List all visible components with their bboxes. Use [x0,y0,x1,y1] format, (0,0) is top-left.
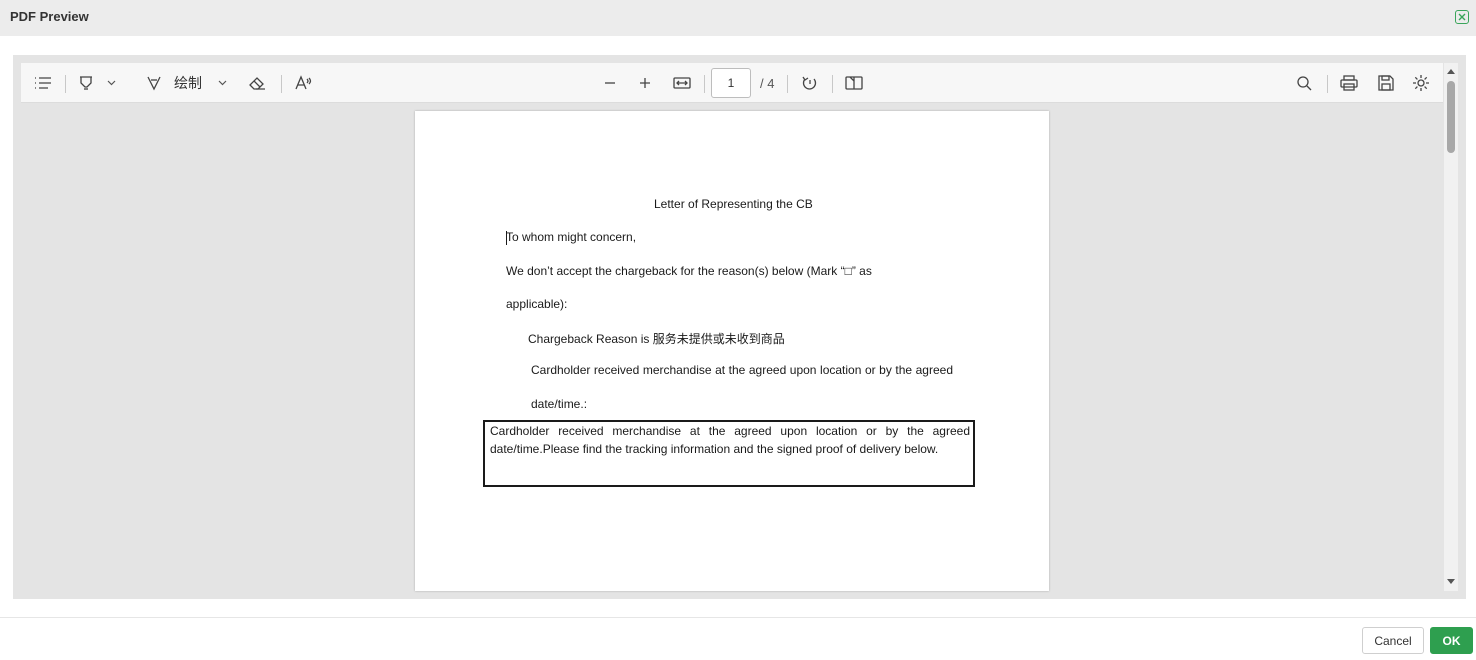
option-line-1: Cardholder received merchandise at the a… [531,363,953,377]
page-number-input[interactable] [711,68,751,98]
read-aloud-icon [295,75,312,90]
draw-button[interactable] [144,63,164,103]
separator [832,75,833,93]
zoom-out-button[interactable] [600,63,620,103]
page-total: / 4 [760,76,775,91]
separator [65,75,66,93]
chevron-up-icon [1447,68,1455,74]
dialog-header: PDF Preview [0,0,1476,36]
rotate-icon [802,76,817,90]
separator [1327,75,1328,93]
document-title: Letter of Representing the CB [654,197,813,211]
draw-dropdown[interactable] [215,63,229,103]
settings-button[interactable] [1411,63,1431,103]
highlight-icon [80,76,92,90]
statement-line-2: applicable): [506,297,568,311]
zoom-in-button[interactable] [635,63,655,103]
zoom-in-icon [640,78,650,88]
highlight-dropdown[interactable] [104,63,118,103]
print-button[interactable] [1339,63,1359,103]
statement-line-1: We don’t accept the chargeback for the r… [506,264,872,278]
scroll-down-button[interactable] [1444,575,1458,587]
separator [787,75,788,93]
box-line-2: date/time.Please find the tracking infor… [490,442,939,456]
separator [704,75,705,93]
chevron-down-icon [107,80,115,86]
eraser-icon [249,77,265,90]
salutation: To whom might concern, [506,230,637,244]
vertical-scrollbar[interactable] [1444,63,1458,591]
outline-icon [35,77,51,89]
outline-button[interactable] [33,63,53,103]
search-button[interactable] [1294,63,1314,103]
zoom-out-icon [605,82,615,84]
highlight-button[interactable] [76,63,96,103]
ok-button[interactable]: OK [1430,627,1473,654]
fit-width-button[interactable] [672,63,692,103]
print-icon [1340,75,1358,91]
explanation-box: Cardholder received merchandise at the a… [483,420,975,487]
save-button[interactable] [1376,63,1396,103]
pdf-page [415,111,1049,591]
close-button[interactable] [1455,10,1469,24]
chevron-down-icon [1447,578,1455,584]
rotate-button[interactable] [800,63,820,103]
dialog-title: PDF Preview [10,9,89,24]
draw-label[interactable]: 绘制 [172,63,204,103]
draw-icon [147,76,161,91]
chargeback-reason: Chargeback Reason is 服务未提供或未收到商品 [528,332,785,346]
option-line-2: date/time.: [531,397,588,411]
two-page-button[interactable] [844,63,864,103]
chevron-down-icon [218,80,226,86]
fit-width-icon [673,77,691,89]
search-icon [1297,76,1312,91]
scrollbar-thumb[interactable] [1447,81,1455,153]
cancel-button[interactable]: Cancel [1362,627,1424,654]
read-aloud-button[interactable] [293,63,313,103]
save-icon [1378,75,1394,91]
two-page-icon [845,76,863,90]
close-icon [1458,13,1466,21]
separator [281,75,282,93]
scroll-up-button[interactable] [1444,65,1458,77]
box-line-1: Cardholder received merchandise at the a… [490,424,970,438]
gear-icon [1413,75,1429,91]
footer-divider [0,617,1476,618]
eraser-button[interactable] [247,63,267,103]
